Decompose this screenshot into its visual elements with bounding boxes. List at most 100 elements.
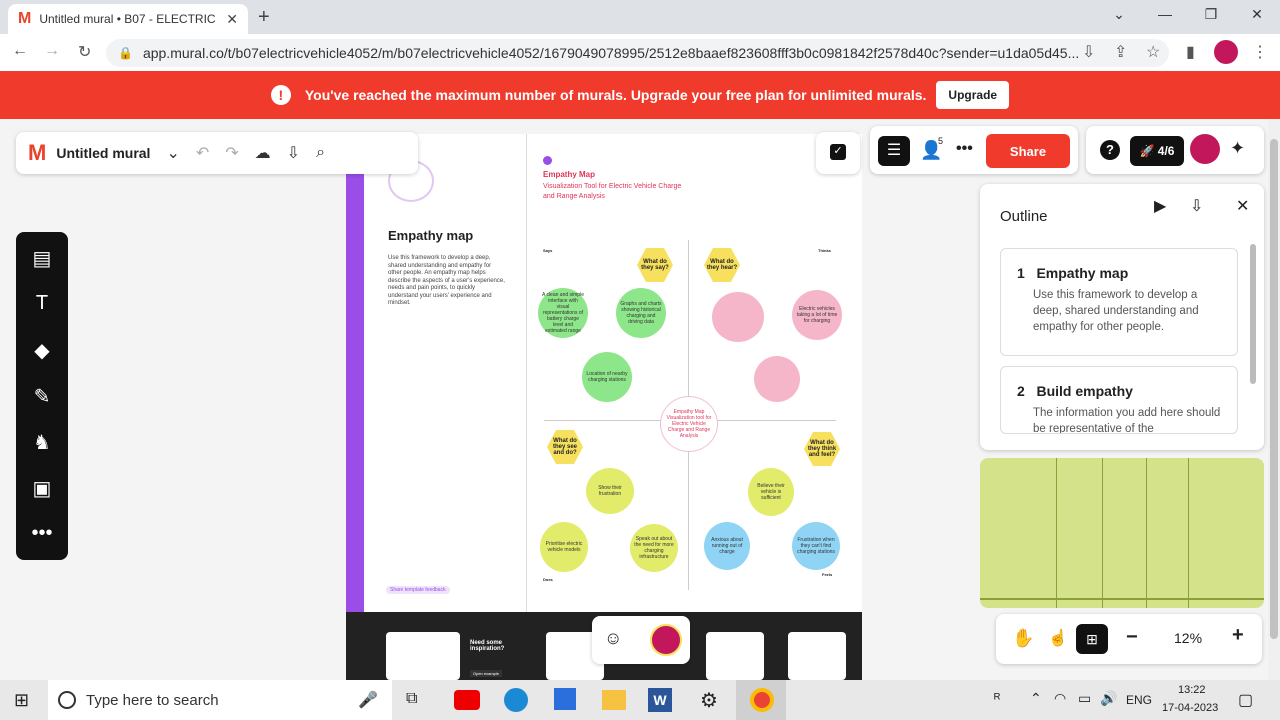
sticky-note[interactable]: Speak out about the need for more chargi… xyxy=(630,524,678,572)
redo-icon[interactable]: ↷ xyxy=(225,143,238,163)
more-options-icon[interactable]: ••• xyxy=(956,140,973,158)
sticky-note[interactable]: Believe their vehicle is sufficient xyxy=(748,468,794,516)
share-page-icon[interactable]: ⇪ xyxy=(1114,42,1127,62)
clock-time[interactable]: 13:22 xyxy=(1178,684,1206,696)
download-icon[interactable]: ⇩ xyxy=(287,143,300,163)
back-icon[interactable]: ← xyxy=(12,42,28,60)
word-icon[interactable]: W xyxy=(648,688,672,712)
template-title: Empathy map xyxy=(388,228,474,243)
new-tab-icon[interactable]: + xyxy=(258,6,270,29)
step-thumbnail[interactable] xyxy=(706,632,764,680)
wifi-icon[interactable]: ◠ xyxy=(1054,690,1066,707)
browser-tab[interactable]: M Untitled mural • B07 - ELECTRIC V ✕ xyxy=(8,4,248,34)
example-thumbnail[interactable] xyxy=(386,632,460,680)
templates-llama-icon[interactable]: ♞ xyxy=(16,430,68,455)
share-button[interactable]: Share xyxy=(986,134,1070,168)
address-bar[interactable]: 🔒 app.mural.co/t/b07electricvehicle4052/… xyxy=(106,39,1169,67)
outline-item[interactable]: 1 Empathy map Use this framework to deve… xyxy=(1000,248,1238,356)
hand-tool-icon[interactable]: ✋ xyxy=(1012,628,1034,649)
undo-icon[interactable]: ↶ xyxy=(196,143,209,163)
forward-icon[interactable]: → xyxy=(44,42,60,60)
template-feedback-link[interactable]: Share template feedback xyxy=(386,586,450,594)
sticky-note[interactable]: Graphs and charts showing historical cha… xyxy=(616,288,666,338)
sticky-note[interactable]: A clean and simple interface with visual… xyxy=(538,288,588,338)
chrome-menu-icon[interactable]: ⋮ xyxy=(1252,42,1268,62)
close-window-icon[interactable]: ✕ xyxy=(1242,6,1272,23)
sticky-note[interactable]: Prioritise electric vehicle models xyxy=(540,522,588,572)
onboarding-progress[interactable]: 🚀 4/6 xyxy=(1130,136,1184,166)
microphone-icon[interactable]: 🎤 xyxy=(358,690,378,710)
notifications-icon[interactable]: ▢ xyxy=(1238,690,1253,710)
present-icon[interactable]: ▶ xyxy=(1154,196,1166,216)
chevron-down-icon[interactable]: ⌄ xyxy=(166,143,179,163)
sticky-note[interactable]: Show their frustration xyxy=(586,468,634,514)
step-thumbnail[interactable] xyxy=(788,632,846,680)
sticky-note[interactable]: Frustration when they can't find chargin… xyxy=(792,522,840,570)
store-icon[interactable] xyxy=(554,688,576,710)
task-view-icon[interactable]: ⧉ xyxy=(406,690,417,708)
select-mode-icon[interactable]: ☝ xyxy=(1048,628,1068,648)
open-example-link[interactable]: Open example xyxy=(470,670,503,677)
zoom-out-icon[interactable]: − xyxy=(1126,626,1138,649)
user-avatar[interactable] xyxy=(1190,134,1220,164)
clock-date[interactable]: 17-04-2023 xyxy=(1162,702,1218,714)
sidebar-icon[interactable]: ▮ xyxy=(1186,42,1195,62)
outline-item[interactable]: 2 Build empathy The information you add … xyxy=(1000,366,1238,434)
template-accent-bar xyxy=(346,174,364,612)
settings-icon[interactable]: ⚙ xyxy=(700,688,718,713)
edge-icon[interactable] xyxy=(504,688,528,712)
sticky-note[interactable]: Anxious about running out of charge xyxy=(704,522,750,570)
mural-title[interactable]: Untitled mural xyxy=(56,145,150,161)
sticky-note[interactable]: Electric vehicles taking a lot of time f… xyxy=(792,290,842,340)
upgrade-button[interactable]: Upgrade xyxy=(936,81,1010,109)
bookmark-star-icon[interactable]: ☆ xyxy=(1146,42,1160,62)
canvas-scrollbar[interactable] xyxy=(1268,119,1280,680)
shapes-icon[interactable]: ◆ xyxy=(16,338,68,363)
taskbar-search[interactable]: Type here to search 🎤 xyxy=(48,680,392,720)
search-icon[interactable]: ⌕ xyxy=(316,144,325,162)
sticky-note[interactable] xyxy=(754,356,800,402)
minimap[interactable] xyxy=(980,458,1264,608)
sticky-note-icon[interactable]: ▤ xyxy=(16,246,68,271)
more-icon[interactable]: ••• xyxy=(16,522,68,545)
volume-icon[interactable]: 🔊 xyxy=(1100,690,1117,707)
people-icon[interactable]: ᴿ xyxy=(994,690,1000,706)
minimize-icon[interactable]: — xyxy=(1150,6,1180,22)
help-icon[interactable]: ? xyxy=(1100,140,1120,160)
install-icon[interactable]: ⇩ xyxy=(1082,42,1095,62)
profile-avatar[interactable] xyxy=(1214,40,1238,64)
cloud-saved-icon[interactable]: ☁ xyxy=(255,143,271,163)
checkbox-icon[interactable]: ✓ xyxy=(830,144,846,160)
close-icon[interactable]: ✕ xyxy=(1236,196,1249,216)
minimap-toggle-icon[interactable]: ⊞ xyxy=(1076,624,1108,654)
outline-title: Outline xyxy=(1000,208,1048,225)
close-tab-icon[interactable]: ✕ xyxy=(226,11,238,28)
reload-icon[interactable]: ↻ xyxy=(78,42,91,62)
download-icon[interactable]: ⇩ xyxy=(1190,196,1203,216)
language-indicator[interactable]: ENG xyxy=(1126,693,1152,707)
chrome-icon[interactable] xyxy=(750,688,774,712)
show-hidden-icons[interactable]: ⌃ xyxy=(1030,690,1042,707)
sticky-note[interactable] xyxy=(712,292,764,342)
user-avatar[interactable] xyxy=(650,624,682,656)
ai-sparkle-icon[interactable]: ✦ xyxy=(1230,138,1245,159)
windows-start-icon[interactable]: ⊞ xyxy=(14,690,29,711)
emoji-icon[interactable]: ☺ xyxy=(604,628,622,649)
template-description: Use this framework to develop a deep, sh… xyxy=(388,255,505,306)
file-explorer-icon[interactable] xyxy=(602,690,626,710)
sticky-note[interactable]: Location of nearby charging stations xyxy=(582,352,632,402)
image-icon[interactable]: ▣ xyxy=(16,476,68,501)
battery-icon[interactable]: ▭ xyxy=(1078,690,1091,707)
outline-panel: Outline ▶ ⇩ ✕ 1 Empathy map Use this fra… xyxy=(980,184,1264,450)
restore-icon[interactable]: ❐ xyxy=(1196,6,1226,23)
outline-toggle-icon[interactable]: ☰ xyxy=(878,136,910,166)
tab-search-icon[interactable]: ⌄ xyxy=(1104,6,1134,23)
outline-scrollbar[interactable] xyxy=(1250,244,1256,384)
pen-icon[interactable]: ✎ xyxy=(16,384,68,409)
text-icon[interactable]: T xyxy=(16,292,68,315)
mural-logo-icon[interactable]: M xyxy=(28,140,46,166)
youtube-icon[interactable] xyxy=(454,690,480,710)
lock-icon: 🔒 xyxy=(118,46,133,60)
zoom-in-icon[interactable]: + xyxy=(1232,624,1244,647)
zoom-level[interactable]: 12% xyxy=(1174,630,1202,646)
